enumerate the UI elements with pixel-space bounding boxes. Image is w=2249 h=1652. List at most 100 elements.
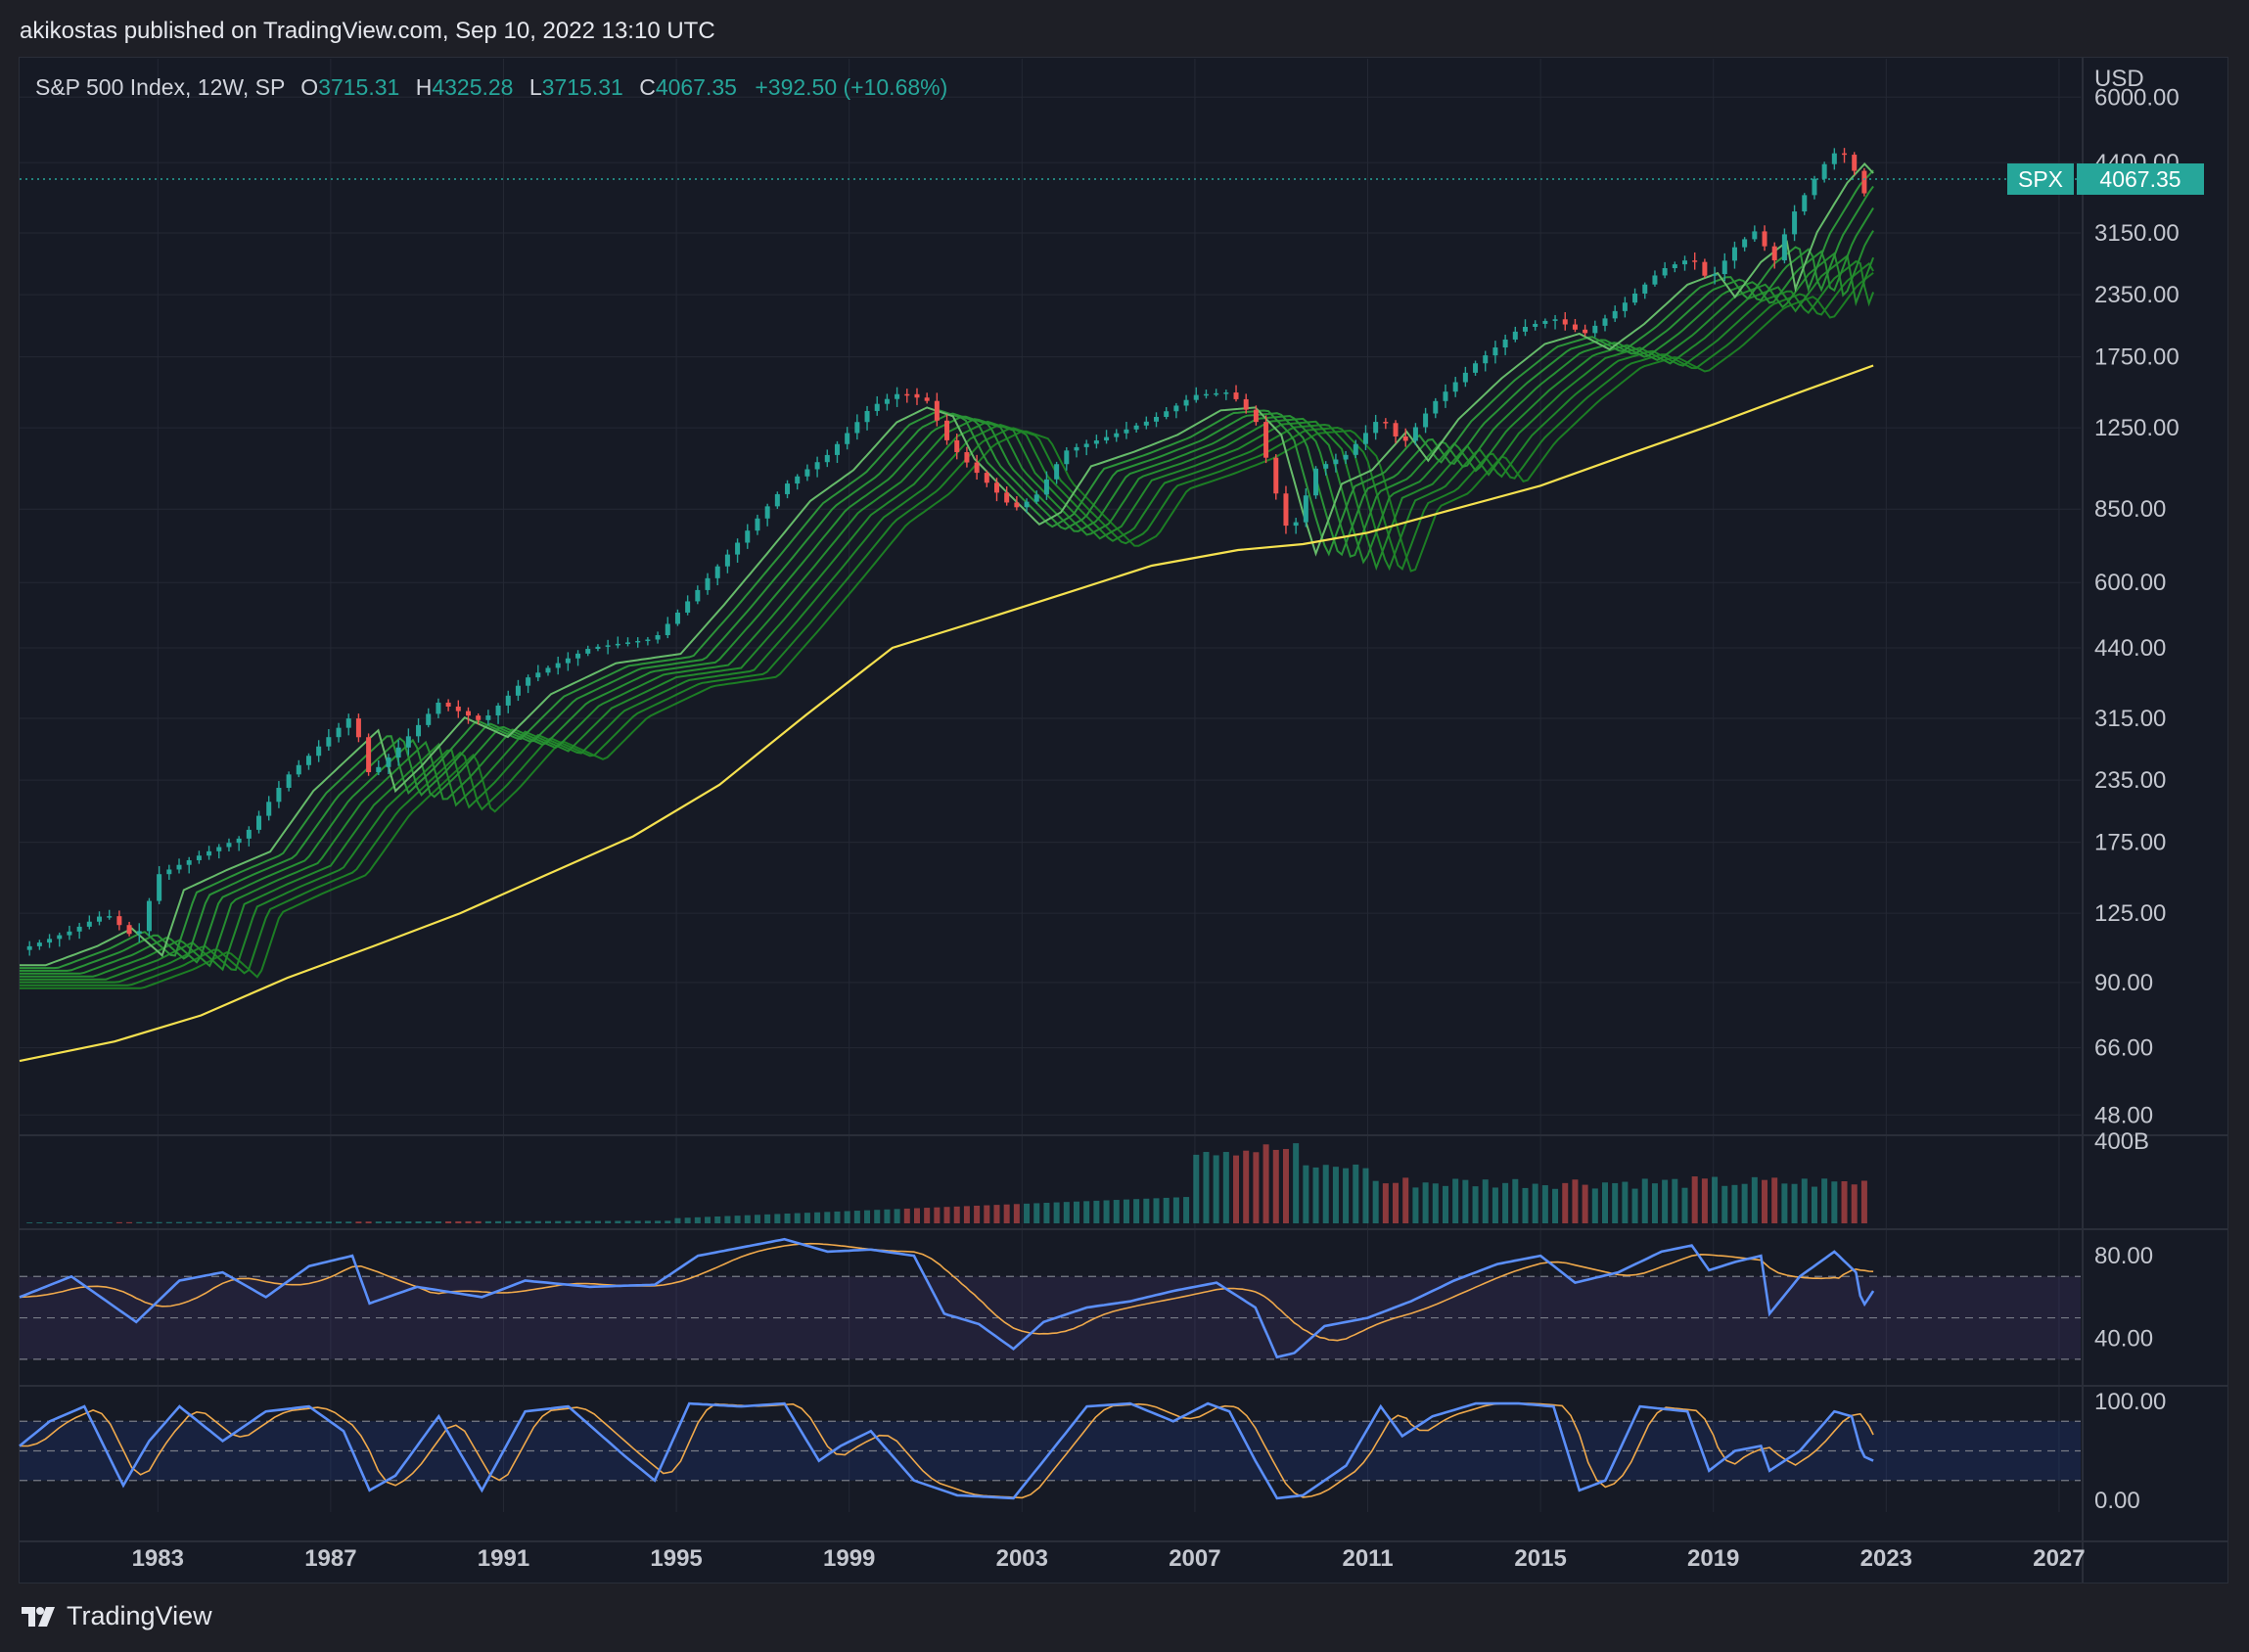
volume-bar: [246, 1221, 252, 1223]
candle-body: [1662, 267, 1668, 276]
price-tick-label: 600.00: [2094, 570, 2166, 596]
volume-bar: [1781, 1183, 1788, 1223]
volume-bar: [1063, 1202, 1070, 1223]
volume-bar: [1422, 1182, 1429, 1223]
candle-body: [316, 746, 322, 757]
volume-bar: [106, 1221, 113, 1223]
volume-bar: [1512, 1178, 1519, 1223]
candle-body: [795, 476, 801, 484]
volume-bar: [754, 1215, 760, 1223]
volume-bar: [1631, 1188, 1638, 1223]
volume-bar: [953, 1206, 960, 1223]
price-tick-label: 1250.00: [2094, 415, 2180, 441]
candle-body: [895, 393, 900, 399]
candle-body: [1093, 440, 1099, 444]
candle-body: [426, 713, 432, 725]
volume-bar: [1432, 1183, 1439, 1223]
volume-bar: [1222, 1152, 1229, 1223]
volume-bar: [1213, 1155, 1219, 1223]
volume-bar: [1113, 1200, 1120, 1223]
price-tag-value: 4067.35: [2099, 166, 2180, 192]
symbol-legend[interactable]: S&P 500 Index, 12W, SP O3715.31 H4325.28…: [35, 74, 947, 101]
volume-bar: [236, 1221, 243, 1223]
volume-bar: [1472, 1186, 1479, 1223]
candle-body: [1443, 391, 1448, 401]
volume-bar: [305, 1221, 312, 1223]
candle-body: [286, 774, 292, 788]
chart-canvas[interactable]: 6000.004400.003150.002350.001750.001250.…: [0, 0, 2249, 1583]
volume-bar: [1013, 1204, 1020, 1223]
candle-body: [1263, 422, 1269, 458]
candle-body: [1842, 153, 1848, 156]
tradingview-logo[interactable]: TradingView: [20, 1601, 212, 1631]
candle-body: [1502, 339, 1508, 348]
candle-body: [1642, 284, 1648, 294]
candle-body: [1164, 411, 1170, 418]
volume-bar: [1482, 1179, 1489, 1223]
volume-bar: [1801, 1178, 1808, 1223]
low-value: 3715.31: [541, 74, 623, 100]
ribbon-line: [20, 261, 1874, 987]
volume-bar: [1303, 1165, 1309, 1223]
ema-ribbon: [20, 162, 1875, 989]
volume-bar: [1532, 1183, 1538, 1223]
change-value: +392.50 (+10.68%): [755, 74, 948, 100]
volume-bar: [445, 1220, 452, 1223]
candle-body: [1193, 394, 1199, 400]
candle-body: [1124, 429, 1129, 434]
candle-body: [1762, 231, 1767, 247]
candle-body: [176, 864, 182, 870]
candle-body: [645, 639, 651, 641]
volume-bar: [156, 1221, 162, 1223]
rsi-tick-label: 40.00: [2094, 1326, 2153, 1353]
candle-body: [526, 677, 531, 686]
volume-bar: [126, 1221, 133, 1223]
candle-body: [1583, 329, 1588, 334]
volume-bar: [565, 1220, 572, 1223]
candle-body: [1861, 170, 1867, 194]
volume-bar: [1332, 1167, 1339, 1223]
candle-body: [1203, 393, 1209, 396]
long-moving-average: [19, 364, 1874, 1063]
volume-bar: [1721, 1185, 1728, 1223]
candle-body: [1802, 195, 1808, 212]
volume-bar: [1672, 1178, 1678, 1223]
volume-bar: [545, 1220, 551, 1223]
candle-body: [1143, 421, 1149, 426]
candle-body: [555, 663, 561, 668]
volume-bar: [365, 1221, 372, 1223]
price-tick-label: 850.00: [2094, 496, 2166, 523]
current-price-tag[interactable]: SPX 4067.35: [2007, 163, 2204, 196]
volume-bar: [495, 1220, 502, 1223]
volume-bar: [924, 1208, 931, 1223]
volume-bar: [36, 1222, 43, 1223]
volume-bar: [1751, 1176, 1758, 1223]
candle-body: [575, 653, 581, 659]
volume-bar: [1841, 1181, 1848, 1223]
candle-body: [724, 554, 730, 567]
candle-body: [625, 642, 631, 644]
open-label: O: [300, 74, 319, 100]
candle-body: [186, 859, 192, 865]
candle-body: [695, 589, 701, 602]
time-tick-label: 2003: [996, 1545, 1048, 1572]
volume-bar: [1343, 1168, 1350, 1223]
candle-body: [345, 718, 351, 728]
volume-bar: [1393, 1182, 1400, 1223]
volume-bar: [1762, 1179, 1768, 1223]
candle-body: [366, 737, 372, 773]
candle-body: [1004, 492, 1010, 503]
candle-body: [107, 916, 113, 918]
volume-bar: [215, 1221, 222, 1223]
volume-bar: [1860, 1180, 1867, 1223]
candle-body: [1083, 443, 1089, 447]
volume-bar: [764, 1214, 771, 1223]
candle-body: [1133, 425, 1139, 430]
volume-bar: [1541, 1185, 1548, 1223]
volume-bar: [574, 1220, 581, 1223]
candle-body: [755, 518, 760, 531]
volume-bar: [1731, 1184, 1738, 1223]
price-tag-symbol: SPX: [2018, 166, 2063, 192]
volume-bar: [296, 1221, 302, 1223]
volume-bar: [1662, 1179, 1669, 1223]
